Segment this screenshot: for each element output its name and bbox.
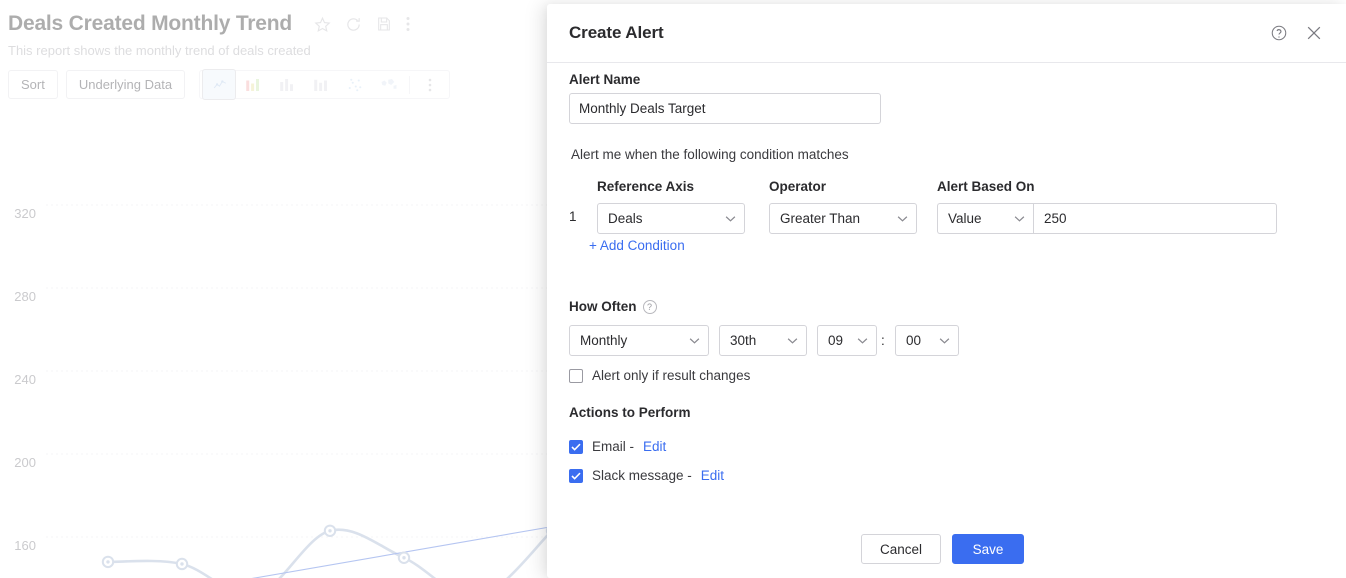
- dialog-title: Create Alert: [569, 23, 664, 42]
- dialog-header-actions: [1270, 23, 1324, 43]
- help-circle-icon[interactable]: [1270, 24, 1288, 42]
- alert-basis-select[interactable]: Value: [937, 203, 1033, 234]
- condition-row-number: 1: [569, 209, 577, 224]
- column-header-alert-based-on: Alert Based On: [937, 179, 1035, 194]
- alert-threshold-input[interactable]: 250: [1033, 203, 1277, 234]
- alert-basis-value: Value: [948, 211, 982, 226]
- action-email-label: Email -: [592, 439, 635, 454]
- operator-value: Greater Than: [780, 211, 861, 226]
- frequency-select[interactable]: Monthly: [569, 325, 709, 356]
- column-header-reference-axis: Reference Axis: [597, 179, 695, 194]
- chevron-down-icon: [889, 215, 908, 222]
- chevron-down-icon: [849, 337, 868, 344]
- alert-name-input[interactable]: Monthly Deals Target: [569, 93, 881, 124]
- help-circle-icon[interactable]: ?: [642, 299, 657, 314]
- dialog-footer: Cancel Save: [547, 520, 1346, 578]
- how-often-label: How Often: [569, 299, 637, 314]
- action-slack-row[interactable]: Slack message - Edit: [569, 468, 724, 483]
- column-header-operator: Operator: [769, 179, 827, 194]
- chevron-down-icon: [1006, 215, 1025, 222]
- cancel-button[interactable]: Cancel: [860, 534, 941, 564]
- reference-axis-select[interactable]: Deals: [597, 203, 745, 234]
- create-alert-dialog: Create Alert Alert Name Monthly Deals Ta…: [547, 4, 1346, 578]
- hour-select[interactable]: 09: [817, 325, 877, 356]
- minute-select[interactable]: 00: [895, 325, 959, 356]
- frequency-value: Monthly: [580, 333, 628, 348]
- operator-select[interactable]: Greater Than: [769, 203, 917, 234]
- close-icon[interactable]: [1304, 23, 1324, 43]
- condition-hint: Alert me when the following condition ma…: [571, 147, 849, 162]
- alert-only-if-changes-checkbox[interactable]: [569, 368, 583, 383]
- alert-only-if-changes-label: Alert only if result changes: [592, 368, 751, 383]
- chevron-down-icon: [681, 337, 700, 344]
- add-condition-link[interactable]: + Add Condition: [589, 238, 685, 253]
- how-often-label-group: How Often ?: [569, 299, 657, 314]
- action-email-row[interactable]: Email - Edit: [569, 439, 666, 454]
- day-select[interactable]: 30th: [719, 325, 807, 356]
- action-slack-edit-link[interactable]: Edit: [701, 468, 724, 483]
- chevron-down-icon: [717, 215, 736, 222]
- alert-name-label: Alert Name: [569, 72, 641, 87]
- action-slack-label: Slack message -: [592, 468, 692, 483]
- time-separator: :: [881, 333, 885, 348]
- save-button[interactable]: Save: [952, 534, 1024, 564]
- alert-only-if-changes-row[interactable]: Alert only if result changes: [569, 368, 750, 383]
- app-root: Deals Created Monthly Trend: [0, 0, 1346, 578]
- dialog-header: Create Alert: [547, 4, 1346, 63]
- hour-value: 09: [828, 333, 844, 348]
- action-slack-checkbox[interactable]: [569, 468, 583, 483]
- action-email-edit-link[interactable]: Edit: [643, 439, 666, 454]
- action-email-checkbox[interactable]: [569, 439, 583, 454]
- reference-axis-value: Deals: [608, 211, 643, 226]
- day-value: 30th: [730, 333, 757, 348]
- actions-to-perform-label: Actions to Perform: [569, 405, 691, 420]
- dialog-body: Alert Name Monthly Deals Target Alert me…: [547, 63, 1346, 520]
- minute-value: 00: [906, 333, 922, 348]
- chevron-down-icon: [779, 337, 798, 344]
- chevron-down-icon: [931, 337, 950, 344]
